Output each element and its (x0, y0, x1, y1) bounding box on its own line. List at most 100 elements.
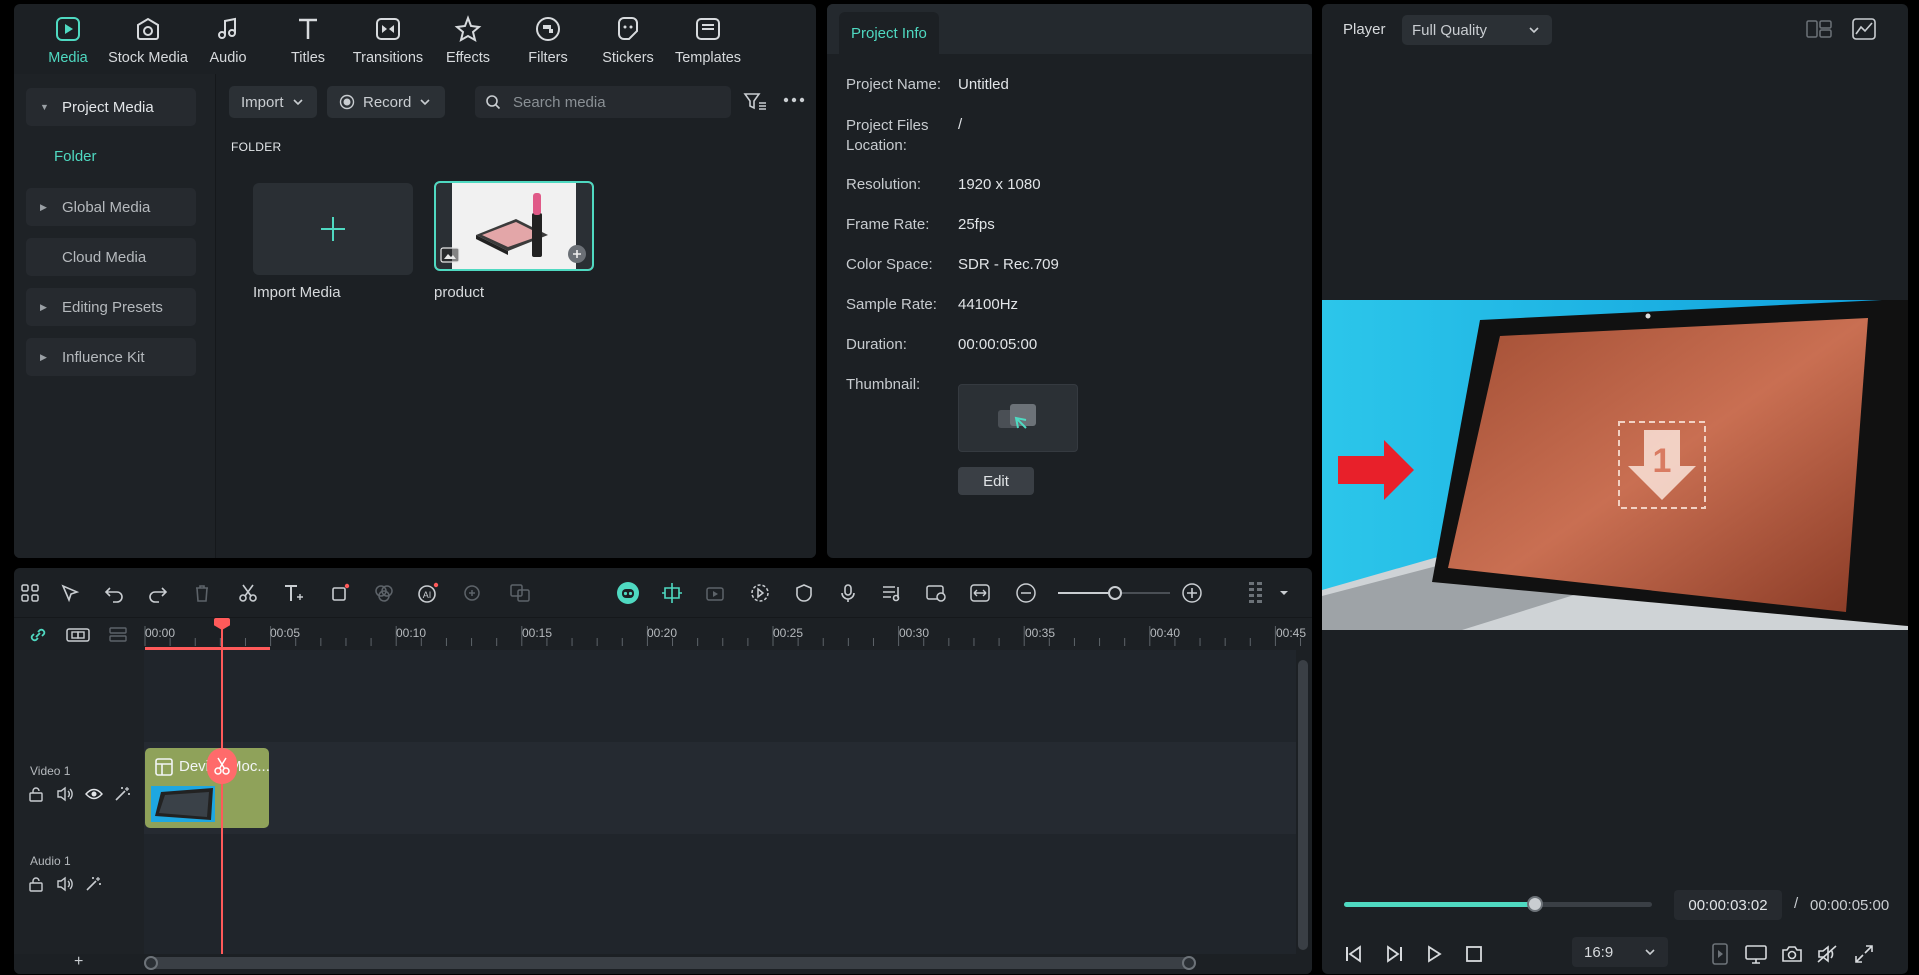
tab-effects[interactable]: Effects (428, 4, 508, 74)
zoom-out-icon[interactable] (1014, 581, 1038, 605)
marker-shield-icon[interactable] (792, 581, 816, 605)
delete-icon[interactable] (190, 581, 214, 605)
next-frame-icon[interactable] (1382, 942, 1406, 966)
zoom-slider-handle[interactable] (1108, 586, 1122, 600)
stop-icon[interactable] (1462, 942, 1486, 966)
tab-titles[interactable]: Titles (268, 4, 348, 74)
scrollbar-left-handle[interactable] (144, 956, 158, 970)
audio-track-area[interactable] (144, 834, 1296, 954)
aspect-ratio-dropdown[interactable]: 16:9 (1572, 937, 1668, 967)
tab-templates[interactable]: Templates (668, 4, 748, 74)
track-lock-icon[interactable] (28, 876, 44, 892)
track-effects-wand-icon[interactable] (114, 786, 132, 802)
snap-magnet-icon[interactable] (660, 581, 684, 605)
track-height-icon[interactable] (1244, 581, 1268, 605)
track-volume-icon[interactable] (56, 876, 74, 892)
speed-ramp-icon[interactable] (748, 581, 772, 605)
sidebar-item-cloud-media[interactable]: Cloud Media (26, 238, 196, 276)
playhead[interactable] (207, 618, 237, 974)
display-output-icon[interactable] (1744, 942, 1768, 966)
preview-viewer[interactable]: 1 (1322, 300, 1908, 630)
ai-translate-icon[interactable] (508, 581, 532, 605)
auto-reframe-icon[interactable] (704, 581, 728, 605)
device-preview-icon[interactable] (1708, 942, 1732, 966)
layout-toggle-icon[interactable] (1806, 19, 1832, 39)
media-library: Import Record FOLDER Import Media (217, 74, 816, 558)
scrollbar-right-handle[interactable] (1182, 956, 1196, 970)
sidebar-item-influence-kit[interactable]: ▶ Influence Kit (26, 338, 196, 376)
redo-icon[interactable] (146, 581, 170, 605)
thumbnail-preview[interactable] (958, 384, 1078, 452)
chevron-down-icon (1644, 946, 1656, 958)
undo-icon[interactable] (102, 581, 126, 605)
zoom-in-icon[interactable] (1180, 581, 1204, 605)
add-track-group-icon[interactable] (66, 626, 90, 644)
quality-dropdown[interactable]: Full Quality (1402, 15, 1552, 45)
tab-media[interactable]: Media (28, 4, 108, 74)
search-input[interactable] (513, 93, 713, 111)
ai-tools-icon[interactable]: AI (416, 581, 440, 605)
add-to-timeline-icon[interactable] (568, 245, 586, 263)
select-tool-icon[interactable] (58, 581, 82, 605)
sidebar-item-folder[interactable]: Folder (54, 148, 97, 165)
track-lock-icon[interactable] (28, 786, 44, 802)
preview-frame-image: 1 (1322, 300, 1908, 630)
fullscreen-icon[interactable] (1852, 942, 1876, 966)
more-options-icon[interactable] (783, 96, 805, 104)
toolbar-more-chevron-icon[interactable] (1272, 581, 1296, 605)
mute-speaker-icon[interactable] (1816, 942, 1840, 966)
current-time-display[interactable]: 00:00:03:02 (1674, 890, 1782, 920)
video-track-area[interactable] (144, 742, 1296, 834)
record-dropdown[interactable]: Record (327, 86, 445, 118)
tab-stickers[interactable]: Stickers (588, 4, 668, 74)
ai-copilot-icon[interactable] (616, 581, 640, 605)
playback-progress-slider[interactable] (1344, 896, 1652, 912)
track-effects-wand-icon[interactable] (85, 876, 103, 892)
player-header: Player Full Quality (1322, 4, 1908, 54)
color-match-icon[interactable] (372, 581, 396, 605)
text-tool-icon[interactable] (282, 581, 306, 605)
tab-transitions[interactable]: Transitions (348, 4, 428, 74)
layout-grid-icon[interactable] (18, 581, 42, 605)
track-visibility-eye-icon[interactable] (85, 787, 103, 801)
info-label-duration: Duration: (846, 336, 907, 353)
previous-frame-icon[interactable] (1342, 942, 1366, 966)
import-dropdown[interactable]: Import (229, 86, 317, 118)
audio-mixer-icon[interactable] (880, 581, 904, 605)
tab-filters[interactable]: Filters (508, 4, 588, 74)
crop-icon[interactable] (328, 581, 352, 605)
timeline-ruler[interactable]: 00:00 00:05 00:10 00:15 00:20 00:25 00:3… (14, 618, 1312, 650)
timeline-horizontal-scrollbar[interactable] (144, 956, 1196, 970)
sidebar-item-project-media[interactable]: ▼ Project Media (26, 88, 196, 126)
stickers-icon (618, 17, 638, 40)
empty-track-area[interactable] (144, 650, 1296, 742)
motion-tracking-icon[interactable] (462, 581, 486, 605)
info-label-color-space: Color Space: (846, 256, 933, 273)
tab-audio[interactable]: Audio (188, 4, 268, 74)
product-media-thumb[interactable] (434, 181, 594, 271)
track-volume-icon[interactable] (56, 786, 74, 802)
import-media-tile[interactable] (253, 183, 413, 275)
chevron-down-icon (419, 96, 431, 108)
sidebar-item-editing-presets[interactable]: ▶ Editing Presets (26, 288, 196, 326)
render-preview-icon[interactable] (924, 581, 948, 605)
thumbnail-edit-button[interactable]: Edit (958, 467, 1034, 495)
play-icon[interactable] (1422, 942, 1446, 966)
timeline-vertical-scrollbar[interactable] (1298, 660, 1308, 950)
progress-handle[interactable] (1526, 896, 1543, 912)
snapshot-camera-icon[interactable] (1780, 942, 1804, 966)
sidebar-item-global-media[interactable]: ▶ Global Media (26, 188, 196, 226)
tab-stock-media[interactable]: Stock Media (108, 4, 188, 74)
zoom-slider[interactable] (1058, 586, 1170, 600)
ruler-label: 00:00 (145, 626, 176, 640)
add-track-button[interactable]: + (74, 953, 83, 971)
split-scissors-icon[interactable] (236, 581, 260, 605)
voiceover-mic-icon[interactable] (836, 581, 860, 605)
tab-project-info[interactable]: Project Info (839, 12, 939, 54)
scopes-icon[interactable] (1852, 18, 1876, 40)
playhead-split-button[interactable] (207, 748, 237, 784)
link-icon[interactable] (28, 626, 48, 644)
track-manager-icon[interactable] (108, 626, 128, 644)
filter-icon[interactable] (743, 92, 767, 112)
fit-timeline-icon[interactable] (968, 581, 992, 605)
